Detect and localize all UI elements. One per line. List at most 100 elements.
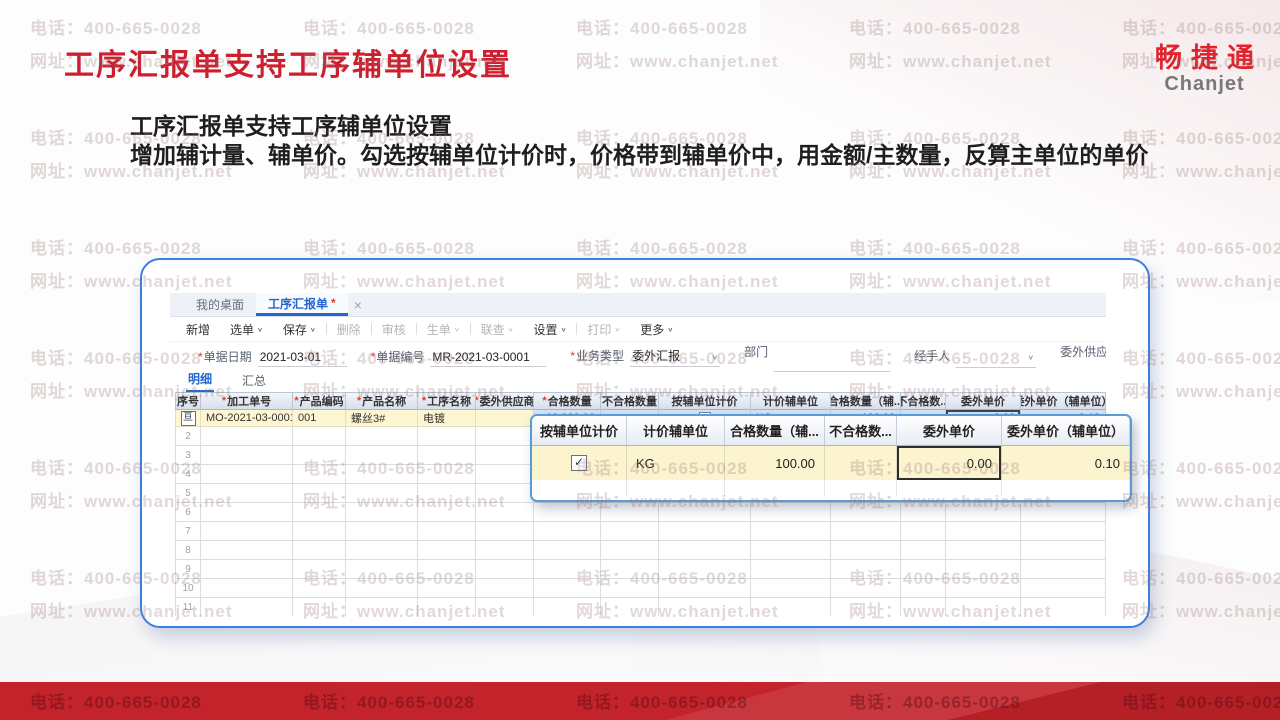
grid-cell[interactable] bbox=[946, 579, 1021, 598]
grid-cell[interactable] bbox=[346, 465, 418, 484]
grid-cell[interactable] bbox=[831, 598, 901, 616]
grid-cell[interactable]: 8 bbox=[175, 541, 201, 560]
grid-cell[interactable] bbox=[346, 541, 418, 560]
grid-column-header[interactable]: * 产品名称 bbox=[346, 392, 418, 410]
grid-cell[interactable] bbox=[946, 503, 1021, 522]
grid-column-header[interactable]: * 加工单号 bbox=[201, 392, 293, 410]
grid-column-header[interactable]: *委外供应商 bbox=[476, 392, 534, 410]
grid-column-header[interactable]: 不合格数... bbox=[901, 392, 946, 410]
grid-cell[interactable] bbox=[201, 484, 293, 503]
grid-column-header[interactable]: 按辅单位计价 bbox=[659, 392, 751, 410]
grid-cell[interactable] bbox=[534, 579, 601, 598]
grid-cell[interactable]: 螺丝3# bbox=[346, 410, 418, 427]
subtab[interactable]: 明细 bbox=[186, 370, 215, 392]
grid-cell[interactable] bbox=[346, 522, 418, 541]
grid-cell[interactable] bbox=[751, 503, 831, 522]
grid-cell[interactable] bbox=[659, 503, 751, 522]
grid-cell[interactable] bbox=[293, 560, 346, 579]
grid-cell[interactable] bbox=[831, 579, 901, 598]
grid-cell[interactable] bbox=[476, 465, 534, 484]
grid-cell[interactable] bbox=[946, 541, 1021, 560]
grid-cell[interactable]: 5 bbox=[175, 484, 201, 503]
grid-cell[interactable] bbox=[534, 522, 601, 541]
grid-cell[interactable] bbox=[346, 427, 418, 446]
grid-cell[interactable] bbox=[293, 427, 346, 446]
grid-cell[interactable] bbox=[601, 503, 659, 522]
grid-cell[interactable] bbox=[476, 541, 534, 560]
grid-cell[interactable] bbox=[418, 541, 476, 560]
grid-cell[interactable] bbox=[201, 560, 293, 579]
grid-cell[interactable] bbox=[1021, 598, 1106, 616]
grid-cell[interactable] bbox=[293, 446, 346, 465]
grid-cell[interactable] bbox=[418, 522, 476, 541]
grid-cell[interactable] bbox=[751, 598, 831, 616]
grid-cell[interactable] bbox=[901, 598, 946, 616]
grid-column-header[interactable]: 计价辅单位 bbox=[751, 392, 831, 410]
grid-cell[interactable] bbox=[1021, 579, 1106, 598]
grid-cell[interactable] bbox=[201, 503, 293, 522]
grid-cell[interactable] bbox=[476, 446, 534, 465]
grid-cell[interactable] bbox=[418, 465, 476, 484]
grid-cell[interactable] bbox=[831, 503, 901, 522]
grid-cell[interactable] bbox=[659, 522, 751, 541]
grid-cell[interactable] bbox=[534, 560, 601, 579]
grid-cell[interactable] bbox=[346, 579, 418, 598]
grid-cell[interactable] bbox=[476, 560, 534, 579]
grid-cell[interactable] bbox=[201, 541, 293, 560]
grid-column-header[interactable]: 不合格数量 bbox=[601, 392, 659, 410]
grid-cell[interactable] bbox=[901, 541, 946, 560]
grid-cell[interactable] bbox=[418, 484, 476, 503]
checkbox-checked[interactable]: ✓ bbox=[571, 455, 587, 471]
grid-cell[interactable] bbox=[946, 598, 1021, 616]
grid-column-header[interactable]: * 工序名称 bbox=[418, 392, 476, 410]
grid-cell[interactable] bbox=[201, 522, 293, 541]
grid-cell[interactable] bbox=[293, 503, 346, 522]
toolbar-button[interactable]: 设置 ∨ bbox=[524, 321, 577, 338]
grid-column-header[interactable]: 合格数量（辅... bbox=[831, 392, 901, 410]
callout-cell[interactable]: KG bbox=[627, 446, 725, 480]
grid-cell[interactable] bbox=[293, 484, 346, 503]
grid-cell[interactable] bbox=[751, 522, 831, 541]
grid-cell[interactable]: 2 bbox=[175, 427, 201, 446]
grid-cell[interactable] bbox=[901, 503, 946, 522]
grid-column-header[interactable]: 委外单价（辅单位） bbox=[1021, 392, 1106, 410]
grid-cell[interactable] bbox=[901, 560, 946, 579]
grid-cell[interactable] bbox=[901, 522, 946, 541]
grid-cell[interactable] bbox=[293, 579, 346, 598]
field-value[interactable]: MR-2021-03-0001 bbox=[430, 350, 547, 367]
grid-cell[interactable] bbox=[418, 503, 476, 522]
grid-cell[interactable] bbox=[751, 579, 831, 598]
tab-item[interactable]: 我的桌面 bbox=[184, 293, 256, 316]
grid-cell[interactable] bbox=[751, 560, 831, 579]
grid-cell[interactable] bbox=[418, 427, 476, 446]
toolbar-button[interactable]: 联查 ∨ bbox=[471, 321, 524, 338]
grid-cell[interactable] bbox=[476, 503, 534, 522]
grid-cell[interactable] bbox=[476, 598, 534, 616]
grid-cell[interactable] bbox=[293, 598, 346, 616]
grid-cell[interactable] bbox=[534, 503, 601, 522]
grid-cell[interactable] bbox=[659, 560, 751, 579]
field-value[interactable]: ∨ bbox=[956, 352, 1037, 368]
grid-cell[interactable] bbox=[201, 427, 293, 446]
callout-cell[interactable]: 0.10 bbox=[1002, 446, 1130, 480]
grid-cell[interactable] bbox=[476, 427, 534, 446]
grid-cell[interactable] bbox=[201, 446, 293, 465]
grid-cell[interactable] bbox=[418, 579, 476, 598]
grid-cell[interactable] bbox=[901, 579, 946, 598]
grid-column-header[interactable]: * 产品编码 bbox=[293, 392, 346, 410]
grid-cell[interactable] bbox=[1021, 522, 1106, 541]
callout-cell[interactable]: 100.00 bbox=[725, 446, 825, 480]
grid-cell[interactable] bbox=[418, 560, 476, 579]
grid-cell[interactable]: 6 bbox=[175, 503, 201, 522]
grid-cell[interactable] bbox=[659, 579, 751, 598]
grid-cell[interactable] bbox=[601, 598, 659, 616]
grid-cell[interactable] bbox=[946, 522, 1021, 541]
grid-cell[interactable] bbox=[418, 598, 476, 616]
grid-cell[interactable] bbox=[346, 446, 418, 465]
grid-cell[interactable] bbox=[418, 446, 476, 465]
field-value[interactable]: 2021-03-01 bbox=[257, 350, 347, 367]
toolbar-button[interactable]: 更多 ∨ bbox=[630, 321, 683, 338]
grid-cell[interactable] bbox=[601, 541, 659, 560]
row-indicator-icon[interactable]: 亘 bbox=[180, 410, 196, 426]
grid-cell[interactable] bbox=[476, 579, 534, 598]
